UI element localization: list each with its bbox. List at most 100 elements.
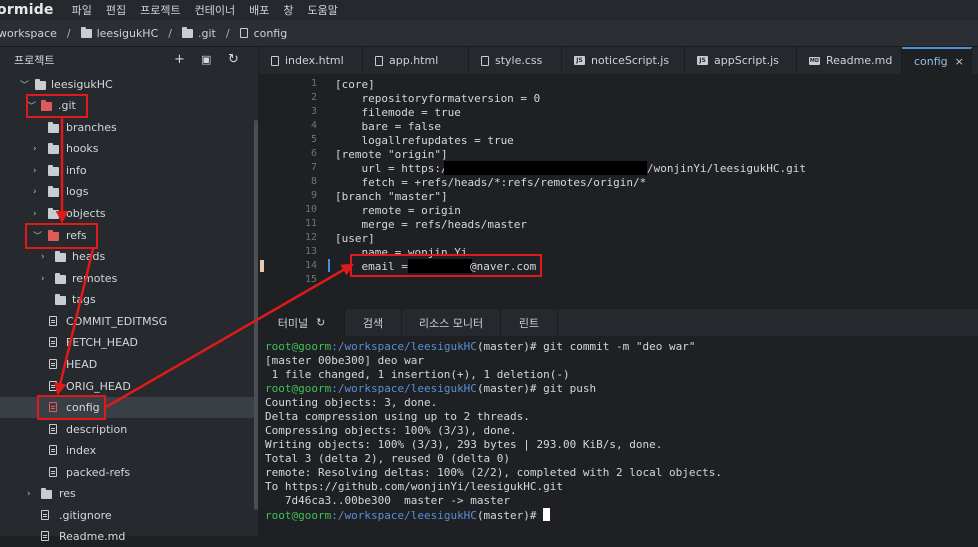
tab-notice-script[interactable]: JS noticeScript.js: [562, 47, 685, 74]
breadcrumb-item-git[interactable]: .git: [181, 26, 216, 40]
modified-marker: [260, 260, 264, 272]
terminal-line: Total 3 (delta 2), reused 0 (delta 0): [265, 452, 511, 465]
menu-edit[interactable]: 편집: [106, 2, 126, 18]
breadcrumb-label: .git: [197, 26, 216, 40]
tab-config[interactable]: config ×: [902, 47, 972, 74]
chevron-right-icon[interactable]: ›: [33, 144, 37, 154]
tree-item-description[interactable]: description: [0, 419, 256, 440]
folder-icon: [48, 143, 59, 154]
chevron-down-icon[interactable]: ﹀: [20, 78, 29, 91]
tree-item-tags[interactable]: tags: [0, 289, 256, 310]
tab-app-html[interactable]: app.html: [363, 47, 469, 74]
code-line: remote = origin: [335, 204, 461, 217]
chevron-right-icon[interactable]: ›: [33, 166, 37, 176]
breadcrumb-item-config[interactable]: config: [239, 27, 287, 40]
line-number: 15: [304, 274, 317, 285]
tab-resource-monitor[interactable]: 리소스 모니터: [402, 309, 501, 336]
tab-index-html[interactable]: index.html: [259, 47, 363, 74]
tab-style-css[interactable]: style.css: [469, 47, 562, 74]
tab-label: 린트: [518, 316, 540, 330]
chevron-right-icon[interactable]: ›: [33, 209, 37, 219]
tree-item-head[interactable]: HEAD: [0, 354, 256, 375]
line-number: 3: [310, 106, 317, 117]
tree-item-label: HEAD: [66, 358, 98, 371]
line-number: 5: [310, 134, 317, 145]
terminal-line: root@goorm:/workspace/leesigukHC(master)…: [265, 382, 597, 395]
menu-deploy[interactable]: 배포: [249, 2, 269, 18]
line-number: 4: [310, 120, 317, 131]
menu-file[interactable]: 파일: [72, 2, 92, 18]
line-number: 1: [310, 78, 317, 89]
tree-item-index[interactable]: index: [0, 440, 256, 461]
tree-item-heads[interactable]: › heads: [0, 246, 256, 267]
tab-label: 검색: [362, 316, 384, 330]
terminal-line: root@goorm:/workspace/leesigukHC(master)…: [265, 340, 696, 353]
file-icon: [49, 316, 57, 326]
new-folder-icon[interactable]: ▣: [201, 53, 211, 66]
add-file-icon[interactable]: +: [174, 52, 185, 67]
sidebar-scrollbar[interactable]: [254, 120, 258, 510]
sidebar-title: 프로젝트: [14, 54, 55, 67]
md-file-icon: MD: [809, 56, 820, 65]
terminal-output[interactable]: root@goorm:/workspace/leesigukHC(master)…: [259, 336, 978, 536]
tree-item-res[interactable]: › res: [0, 483, 256, 504]
tree-item-packed-refs[interactable]: packed-refs: [0, 462, 256, 483]
file-icon: [41, 510, 49, 520]
chevron-right-icon[interactable]: ›: [27, 489, 31, 499]
breadcrumb-item-workspace[interactable]: workspace: [0, 27, 57, 40]
tree-item-hooks[interactable]: › hooks: [0, 138, 256, 159]
tree-item-readme[interactable]: Readme.md: [0, 526, 256, 547]
file-icon: [49, 359, 57, 369]
tab-readme[interactable]: MD Readme.md: [797, 47, 902, 74]
tree-item-label: tags: [72, 293, 96, 306]
tab-terminal[interactable]: 터미널 ↻: [259, 309, 345, 336]
css-file-icon: [481, 55, 489, 66]
tree-item-commit-editmsg[interactable]: COMMIT_EDITMSG: [0, 311, 256, 332]
menu-window[interactable]: 창: [283, 2, 293, 18]
tree-item-label: branches: [66, 121, 117, 134]
line-number: 7: [310, 162, 317, 173]
chevron-right-icon[interactable]: ›: [41, 274, 45, 284]
menu-help[interactable]: 도움말: [307, 2, 337, 18]
cursor-line-marker: [328, 259, 330, 272]
refresh-icon[interactable]: ↻: [228, 52, 239, 67]
code-line: url = https:/: [335, 162, 448, 175]
menu-project[interactable]: 프로젝트: [140, 2, 180, 18]
tree-item-remotes[interactable]: › remotes: [0, 268, 256, 289]
tree-item-leesigukHC[interactable]: ﹀ leesigukHC: [0, 74, 256, 95]
tree-item-label: ORIG_HEAD: [66, 380, 131, 393]
tab-search[interactable]: 검색: [345, 309, 402, 336]
file-icon: [49, 467, 57, 477]
close-icon[interactable]: ×: [955, 55, 964, 68]
menu-container[interactable]: 컨테이너: [195, 2, 235, 18]
menu-bar: ormide 파일 편집 프로젝트 컨테이너 배포 창 도움말: [0, 0, 978, 20]
tree-item-logs[interactable]: › logs: [0, 181, 256, 202]
code-line: [branch "master"]: [335, 190, 448, 203]
tree-item-label: .gitignore: [59, 509, 112, 522]
tree-item-branches[interactable]: branches: [0, 117, 256, 138]
tab-label: noticeScript.js: [591, 54, 670, 67]
terminal-line: root@goorm:/workspace/leesigukHC(master)…: [265, 508, 551, 522]
tree-item-fetch-head[interactable]: FETCH_HEAD: [0, 332, 256, 353]
tree-item-label: packed-refs: [66, 466, 131, 479]
tab-app-script[interactable]: JS appScript.js: [685, 47, 797, 74]
tab-lint[interactable]: 린트: [501, 309, 558, 336]
tree-item-gitignore[interactable]: .gitignore: [0, 505, 256, 526]
breadcrumb-separator: /: [168, 26, 172, 40]
tree-item-objects[interactable]: › objects: [0, 203, 256, 224]
folder-icon: [181, 26, 193, 38]
highlight-box-git: [26, 94, 88, 118]
terminal-refresh-icon[interactable]: ↻: [316, 316, 325, 329]
tree-item-info[interactable]: › info: [0, 160, 256, 181]
chevron-right-icon[interactable]: ›: [33, 187, 37, 197]
file-icon: [49, 381, 57, 391]
breadcrumb: workspace / leesigukHC / .git / config: [0, 20, 978, 47]
tree-item-orig-head[interactable]: ORIG_HEAD: [0, 376, 256, 397]
breadcrumb-item-project[interactable]: leesigukHC: [80, 26, 158, 40]
file-icon: [49, 337, 57, 347]
code-line: fetch = +refs/heads/*:refs/remotes/origi…: [335, 176, 647, 189]
folder-icon: [48, 208, 59, 219]
breadcrumb-separator: /: [66, 26, 71, 40]
tree-item-label: logs: [66, 185, 89, 198]
chevron-right-icon[interactable]: ›: [41, 252, 45, 262]
